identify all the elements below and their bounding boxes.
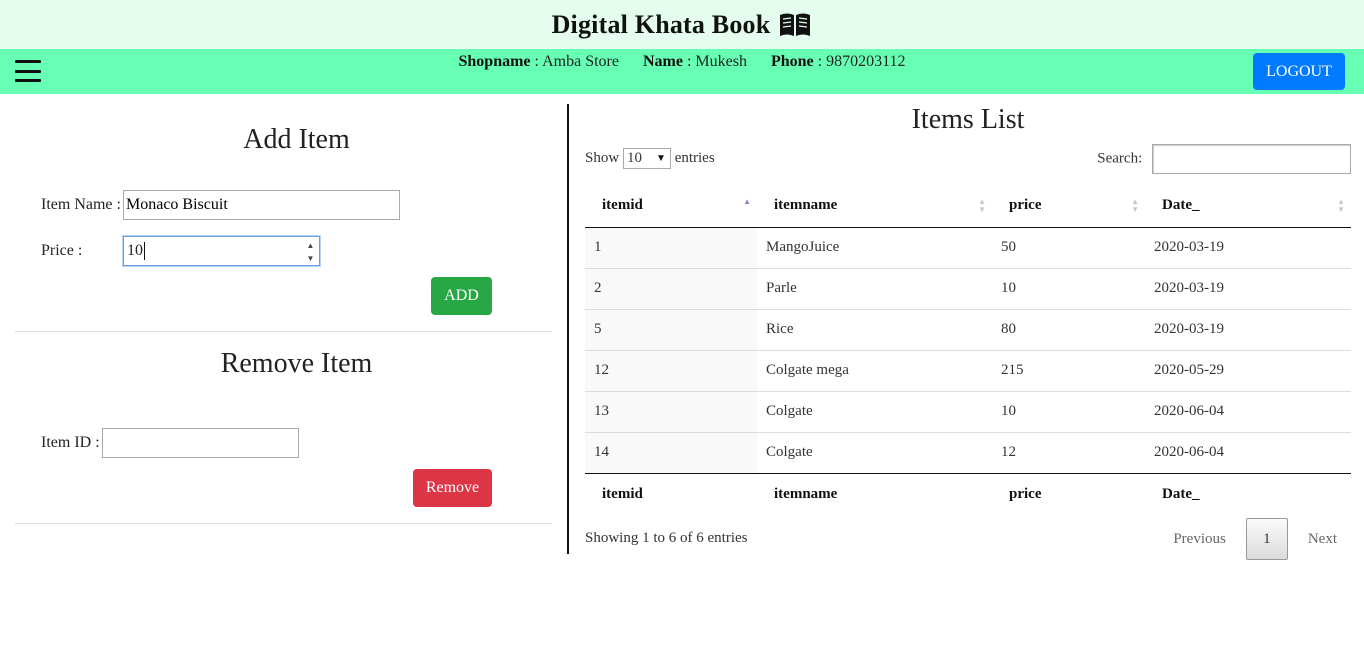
cell-itemname: MangoJuice bbox=[766, 239, 840, 255]
cell-itemid: 13 bbox=[585, 390, 757, 432]
page-length-value: 10 bbox=[626, 150, 642, 166]
price-input[interactable]: 10 ▲ ▼ bbox=[123, 236, 320, 266]
cell-date: 2020-05-29 bbox=[1145, 349, 1351, 391]
cell-itemname: Colgate bbox=[757, 390, 992, 432]
cell-date: 2020-06-04 bbox=[1145, 431, 1351, 473]
page-length-select[interactable]: 10 ▼ bbox=[622, 148, 671, 169]
show-label: Show bbox=[585, 149, 620, 166]
sort-icon: ▲ ▼ bbox=[1337, 197, 1345, 214]
item-name-input[interactable] bbox=[123, 190, 400, 220]
search-label: Search: bbox=[1097, 150, 1143, 167]
price-input-value: 10 bbox=[127, 242, 143, 259]
cell-price: 12 bbox=[992, 431, 1145, 473]
sort-icon: ▲ ▼ bbox=[1131, 197, 1139, 214]
table-row: 1 MangoJuice 50 2020-03-19 bbox=[585, 227, 1351, 268]
column-header-price[interactable]: price ▲ ▼ bbox=[992, 185, 1145, 228]
app-title-text: Digital Khata Book bbox=[551, 9, 771, 39]
cell-date: 2020-03-19 bbox=[1145, 267, 1351, 309]
next-button[interactable]: Next bbox=[1294, 531, 1351, 548]
table-info: Showing 1 to 6 of 6 entries bbox=[585, 530, 748, 546]
add-item-title: Add Item bbox=[243, 124, 350, 155]
cell-itemid: 14 bbox=[585, 431, 757, 473]
cell-price: 50 bbox=[1001, 239, 1016, 255]
table-row: 14 Colgate 12 2020-06-04 bbox=[585, 431, 1351, 473]
cell-itemid: 2 bbox=[585, 267, 757, 309]
cell-itemid: 5 bbox=[585, 308, 757, 350]
footer-price: price bbox=[992, 472, 1145, 515]
cell-price: 10 bbox=[992, 267, 1145, 309]
items-list-title: Items List bbox=[911, 104, 1025, 135]
cell-date: 2020-03-19 bbox=[1154, 239, 1224, 255]
navbar: Shopname : Amba Store Name : Mukesh Phon… bbox=[0, 49, 1364, 94]
entries-label: entries bbox=[674, 149, 715, 166]
app-title: Digital Khata Book bbox=[552, 10, 813, 40]
open-book-icon bbox=[780, 13, 811, 36]
table-row: 13 Colgate 10 2020-06-04 bbox=[585, 390, 1351, 432]
table-header-row: itemid ▲▼ itemname ▲▼ price ▲▼ Date_ ▲▼ bbox=[585, 185, 1351, 228]
cell-itemid: 12 bbox=[585, 349, 757, 391]
phone-label: Phone bbox=[770, 53, 814, 70]
remove-button[interactable]: Remove bbox=[413, 469, 492, 507]
table-footer-row: itemid itemname price Date_ bbox=[585, 472, 1351, 515]
cell-itemid: 1 bbox=[585, 227, 757, 268]
sort-icon: ▲ ▼ bbox=[978, 197, 986, 214]
item-id-label: Item ID : bbox=[41, 434, 100, 451]
footer-itemid: itemid bbox=[585, 472, 757, 515]
remove-item-title: Remove Item bbox=[220, 348, 373, 379]
items-table: itemid ▲▼ itemname ▲▼ price ▲▼ Date_ ▲▼ bbox=[585, 185, 1351, 515]
app-header: Digital Khata Book bbox=[0, 0, 1364, 49]
cell-itemname: Colgate bbox=[757, 431, 992, 473]
column-header-date[interactable]: Date_ ▲ ▼ bbox=[1145, 185, 1351, 228]
name-label: Name bbox=[642, 53, 683, 70]
previous-button[interactable]: Previous bbox=[1159, 531, 1240, 548]
cell-itemname: Parle bbox=[757, 267, 992, 309]
divider bbox=[15, 523, 552, 524]
cell-price: 80 bbox=[992, 308, 1145, 350]
phone-value: 9870203112 bbox=[826, 53, 906, 70]
stepper-down-icon[interactable]: ▼ bbox=[304, 253, 317, 264]
table-row: 2 Parle 10 2020-03-19 bbox=[585, 267, 1351, 309]
show-entries: Show 10 ▼ entries bbox=[585, 148, 715, 169]
footer-itemname: itemname bbox=[757, 472, 992, 515]
vertical-divider bbox=[567, 104, 569, 554]
price-stepper[interactable]: ▲ ▼ bbox=[304, 240, 317, 264]
page-1-button[interactable]: 1 bbox=[1245, 518, 1288, 560]
stepper-up-icon[interactable]: ▲ bbox=[304, 240, 317, 251]
cell-date: 2020-03-19 bbox=[1145, 308, 1351, 350]
search-input[interactable] bbox=[1152, 144, 1351, 174]
add-button[interactable]: ADD bbox=[431, 277, 492, 315]
cell-itemname: Colgate mega bbox=[757, 349, 992, 391]
cell-itemname: Rice bbox=[757, 308, 992, 350]
shopname-label: Shopname bbox=[458, 53, 531, 70]
left-panel: Add Item Item Name : Price : 10 ▲ ▼ ADD … bbox=[15, 94, 552, 534]
table-row: 5 Rice 80 2020-03-19 bbox=[585, 308, 1351, 350]
name-value: Mukesh bbox=[695, 53, 747, 70]
table-row: 12 Colgate mega 215 2020-05-29 bbox=[585, 349, 1351, 391]
price-label: Price : bbox=[41, 242, 83, 259]
cell-price: 10 bbox=[992, 390, 1145, 432]
cell-date: 2020-06-04 bbox=[1145, 390, 1351, 432]
item-name-label: Item Name : bbox=[41, 196, 121, 213]
logout-button[interactable]: LOGOUT bbox=[1253, 53, 1345, 90]
user-info: Shopname : Amba Store Name : Mukesh Phon… bbox=[458, 53, 906, 70]
items-list-panel: Items List Show 10 ▼ entries Search: ite… bbox=[585, 94, 1351, 574]
search: Search: bbox=[1097, 144, 1351, 174]
column-header-itemname[interactable]: itemname ▲ ▼ bbox=[757, 185, 992, 228]
column-header-itemid[interactable]: itemid ▲▼ bbox=[585, 185, 757, 228]
item-id-input[interactable] bbox=[102, 428, 299, 458]
divider bbox=[15, 331, 552, 332]
pagination: Previous 1 Next bbox=[1159, 518, 1351, 560]
cell-price: 215 bbox=[992, 349, 1145, 391]
sort-ascending-icon: ▲▼ bbox=[743, 197, 751, 206]
footer-date: Date_ bbox=[1145, 472, 1351, 515]
chevron-down-icon: ▼ bbox=[656, 153, 666, 164]
shopname-value: Amba Store bbox=[542, 53, 619, 70]
